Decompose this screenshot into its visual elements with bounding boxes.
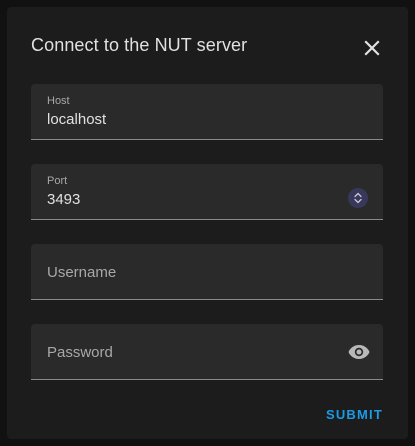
username-field[interactable]: Username <box>31 244 383 300</box>
close-icon[interactable] <box>360 36 384 60</box>
username-placeholder: Username <box>47 264 117 281</box>
stepper-icon[interactable] <box>348 188 368 208</box>
host-value: localhost <box>47 111 107 128</box>
port-label: Port <box>47 175 68 187</box>
port-value: 3493 <box>47 191 81 208</box>
password-field[interactable]: Password <box>31 324 383 380</box>
submit-button[interactable]: SUBMIT <box>326 407 383 422</box>
host-label: Host <box>47 95 70 107</box>
eye-icon[interactable] <box>347 340 371 364</box>
connect-dialog: Connect to the NUT server Host localhost… <box>7 7 408 439</box>
password-placeholder: Password <box>47 344 113 361</box>
port-field[interactable]: Port 3493 <box>31 164 383 220</box>
dialog-title: Connect to the NUT server <box>31 35 248 55</box>
host-field[interactable]: Host localhost <box>31 84 383 140</box>
